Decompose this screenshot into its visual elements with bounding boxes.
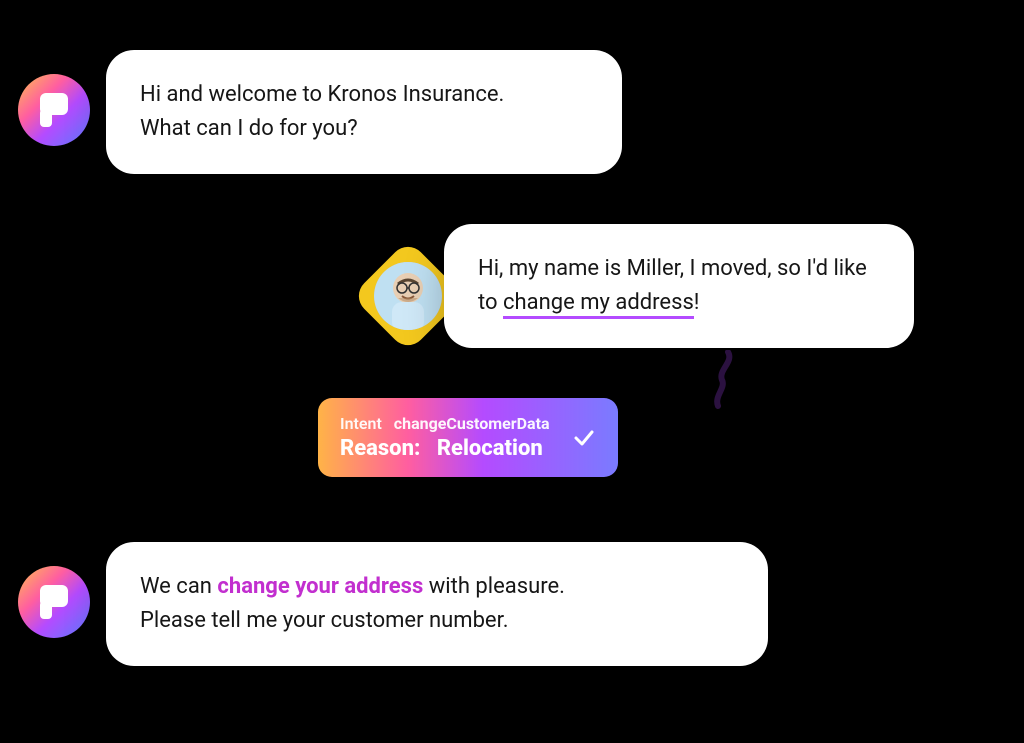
bot-avatar-icon: [18, 74, 90, 146]
connector-line: [700, 350, 740, 410]
bot-avatar-icon: [18, 566, 90, 638]
intent-line2: Reason: Relocation: [340, 436, 550, 461]
intent-label: Intent: [340, 414, 382, 433]
intent-reason-value: Relocation: [437, 436, 543, 461]
user-message-highlight: change my address: [503, 290, 694, 319]
bot-message-2-highlight: change your address: [217, 574, 423, 599]
bot-message-2: We can change your address with pleasure…: [106, 542, 768, 666]
user-message-suffix: !: [694, 290, 700, 315]
bot-logo-glyph: [40, 585, 68, 619]
user-avatar-icon: [360, 248, 456, 344]
bot-message-2-line1: We can change your address with pleasure…: [140, 570, 734, 604]
bot-message-1-line1: Hi and welcome to Kronos Insurance.: [140, 78, 588, 112]
intent-name: changeCustomerData: [394, 414, 550, 433]
intent-badge: Intent changeCustomerData Reason: Reloca…: [318, 398, 618, 477]
bot-message-2-line2: Please tell me your customer number.: [140, 604, 734, 638]
bot-message-2-prefix: We can: [140, 574, 217, 599]
intent-line1: Intent changeCustomerData: [340, 414, 550, 433]
bot-logo-glyph: [40, 93, 68, 127]
intent-reason-label: Reason:: [340, 436, 420, 461]
user-message: Hi, my name is Miller, I moved, so I'd l…: [444, 224, 914, 348]
user-photo: [374, 262, 442, 330]
bot-message-1-line2: What can I do for you?: [140, 112, 588, 146]
bot-message-2-mid: with pleasure.: [423, 574, 565, 599]
check-icon: [572, 426, 596, 450]
bot-message-1: Hi and welcome to Kronos Insurance. What…: [106, 50, 622, 174]
